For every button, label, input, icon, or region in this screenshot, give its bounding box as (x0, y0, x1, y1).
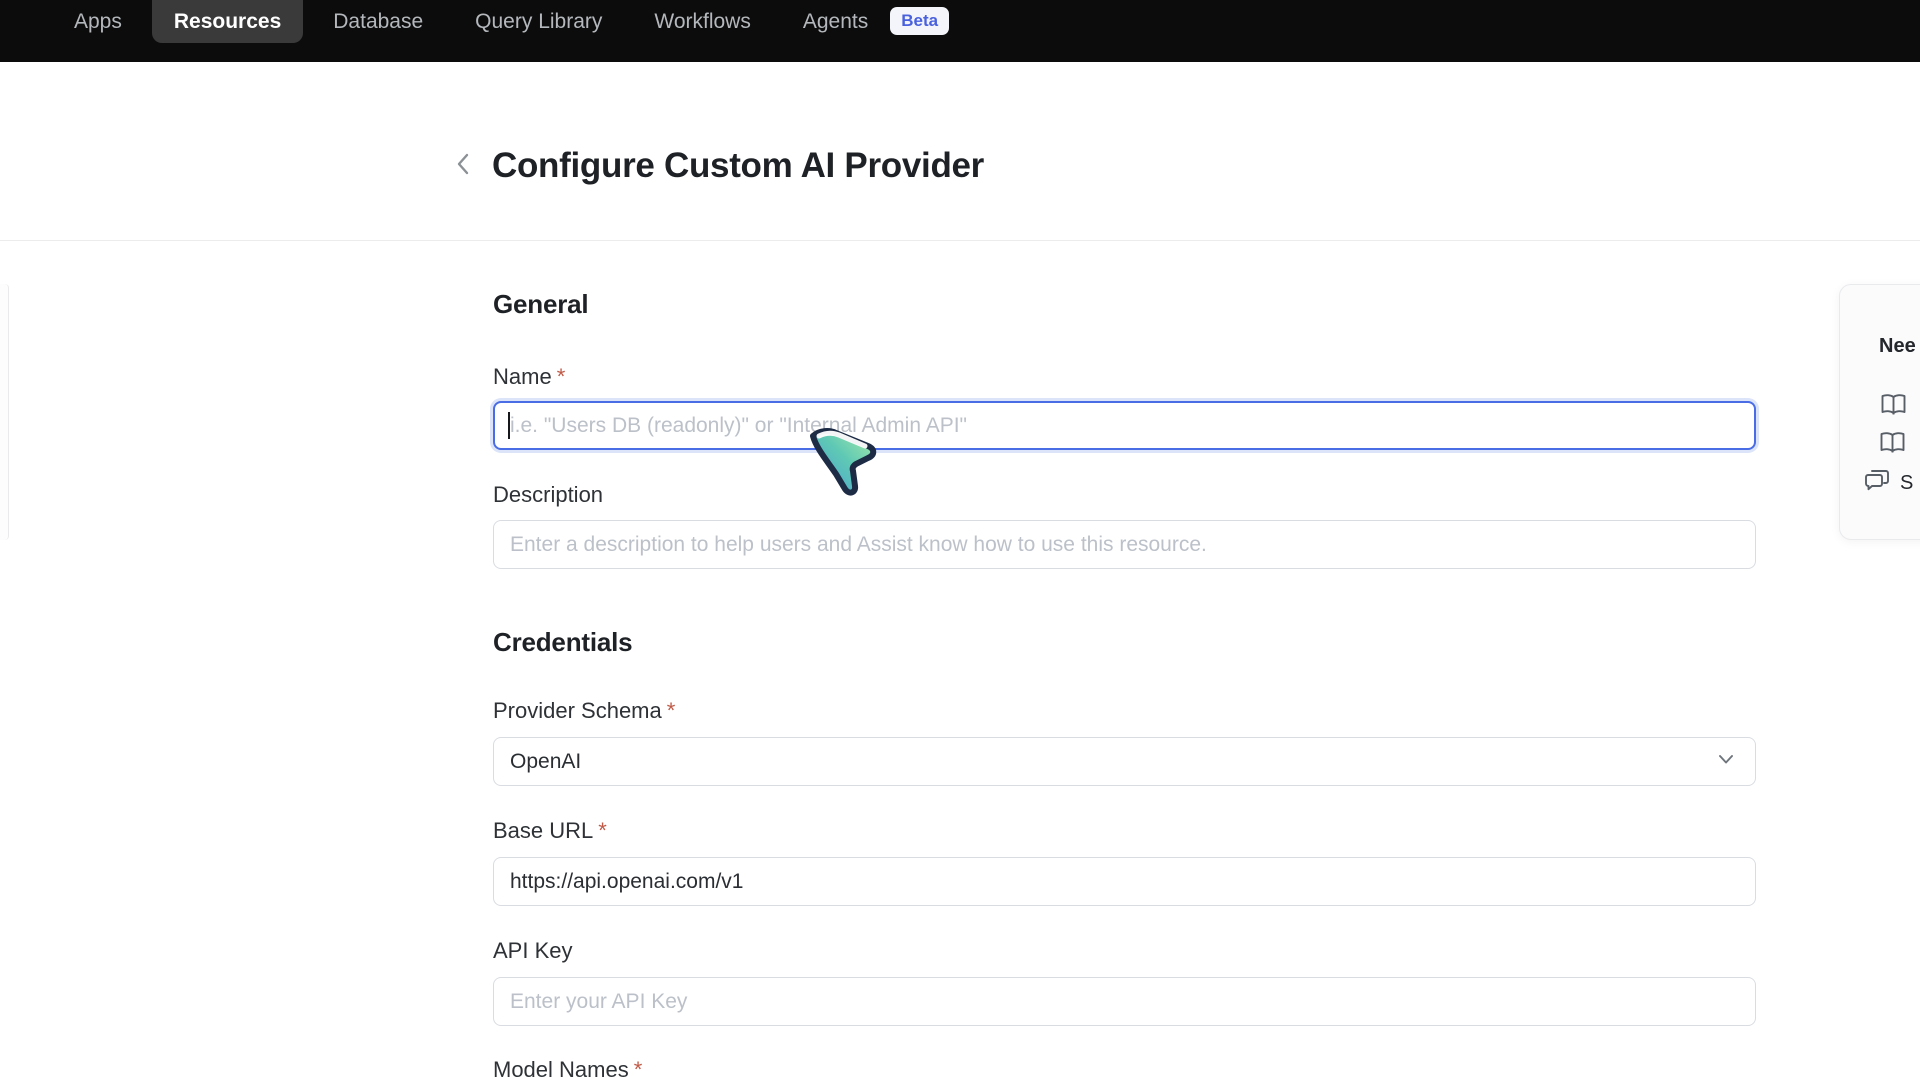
help-link-docs-1[interactable] (1880, 393, 1907, 421)
book-icon (1880, 393, 1907, 421)
nav-item-agents[interactable]: Agents (803, 9, 868, 34)
nav-item-workflows[interactable]: Workflows (654, 9, 750, 34)
help-link-support[interactable]: S (1864, 468, 1913, 497)
name-label: Name* (493, 364, 1756, 390)
beta-badge: Beta (890, 7, 949, 35)
name-input[interactable] (493, 401, 1756, 450)
provider-schema-label: Provider Schema* (493, 698, 1756, 724)
model-names-label: Model Names* (493, 1057, 1756, 1083)
help-link-docs-2[interactable] (1879, 431, 1906, 459)
api-key-label: API Key (493, 938, 1756, 964)
nav-item-resources[interactable]: Resources (174, 9, 281, 34)
top-nav: Apps Resources Database Query Library Wo… (0, 0, 1920, 62)
section-heading-credentials: Credentials (493, 627, 1756, 657)
section-heading-general: General (493, 289, 1756, 319)
text-caret (508, 412, 510, 439)
provider-schema-value: OpenAI (510, 750, 581, 774)
chevron-left-icon (454, 151, 472, 180)
left-card-edge (0, 284, 9, 540)
nav-item-agents-group: Agents Beta (803, 9, 949, 35)
help-link-label: S (1900, 471, 1913, 495)
description-input[interactable] (493, 520, 1756, 569)
api-key-input[interactable] (493, 977, 1756, 1026)
nav-item-apps[interactable]: Apps (74, 9, 122, 34)
required-asterisk: * (598, 818, 607, 843)
back-button[interactable] (448, 150, 478, 180)
nav-item-database[interactable]: Database (333, 9, 423, 34)
page-title: Configure Custom AI Provider (492, 144, 984, 188)
required-asterisk: * (557, 364, 566, 389)
help-card: Nee S (1839, 284, 1920, 540)
chat-icon (1864, 468, 1890, 497)
base-url-label: Base URL* (493, 818, 1756, 844)
required-asterisk: * (634, 1057, 643, 1082)
required-asterisk: * (667, 698, 676, 723)
provider-schema-select[interactable]: OpenAI (493, 737, 1756, 786)
description-label: Description (493, 482, 1756, 508)
book-icon (1879, 431, 1906, 459)
nav-item-query-library[interactable]: Query Library (475, 9, 602, 34)
help-card-title: Nee (1879, 335, 1916, 358)
base-url-input[interactable] (493, 857, 1756, 906)
chevron-down-icon (1715, 748, 1737, 776)
name-field-wrapper (493, 401, 1756, 450)
configure-provider-form: General Name* Description Credentials Pr… (493, 241, 1756, 1083)
